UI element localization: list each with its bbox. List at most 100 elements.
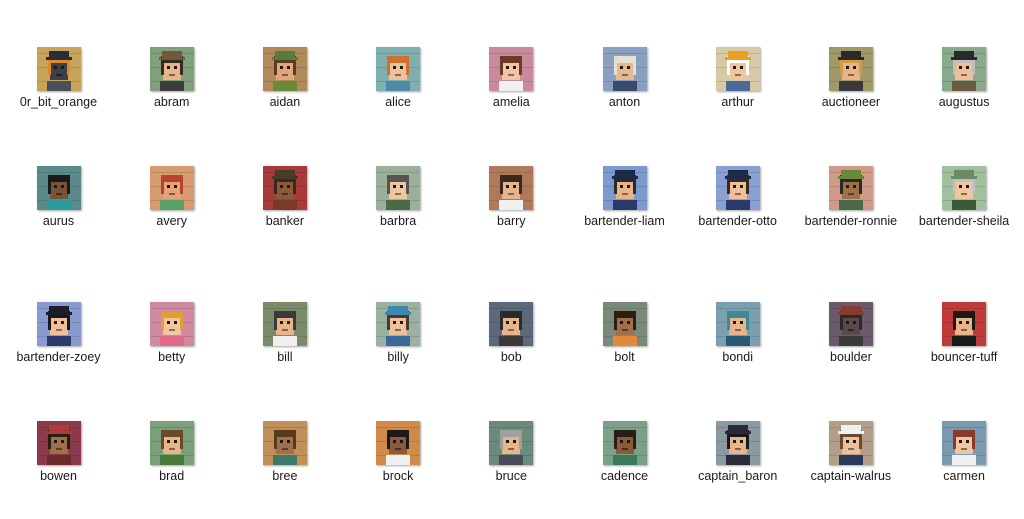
character-avatar-icon xyxy=(942,302,987,346)
file-item[interactable]: cadence xyxy=(568,410,681,484)
file-item[interactable]: bartender-zoey xyxy=(2,291,115,365)
file-name: boulder xyxy=(830,350,872,364)
character-avatar-icon xyxy=(942,421,987,465)
file-item[interactable]: billy xyxy=(342,291,455,365)
file-item[interactable]: bree xyxy=(228,410,341,484)
file-item[interactable]: bowen xyxy=(2,410,115,484)
character-avatar-icon xyxy=(715,47,760,91)
file-item[interactable]: brock xyxy=(342,410,455,484)
file-name: bowen xyxy=(40,469,77,483)
file-item[interactable]: bob xyxy=(455,291,568,365)
file-name: bill xyxy=(277,350,293,364)
character-avatar-icon xyxy=(149,166,194,210)
file-name: barbra xyxy=(380,214,417,228)
file-item[interactable]: captain-walrus xyxy=(794,410,907,484)
file-item[interactable]: bartender-sheila xyxy=(908,155,1021,229)
file-item[interactable]: arthur xyxy=(681,36,794,110)
file-name: bolt xyxy=(614,350,635,364)
character-avatar-icon xyxy=(489,421,534,465)
character-avatar-icon xyxy=(36,421,81,465)
character-avatar-icon xyxy=(376,47,421,91)
file-item[interactable]: barbra xyxy=(342,155,455,229)
file-item[interactable]: auctioneer xyxy=(794,36,907,110)
file-name: banker xyxy=(265,214,304,228)
file-name: aidan xyxy=(269,95,301,109)
character-avatar-icon xyxy=(149,47,194,91)
file-name: auctioneer xyxy=(821,95,881,109)
file-item[interactable]: bolt xyxy=(568,291,681,365)
file-item[interactable]: bill xyxy=(228,291,341,365)
character-avatar-icon xyxy=(602,302,647,346)
file-name: augustus xyxy=(938,95,990,109)
file-name: aurus xyxy=(42,214,75,228)
file-item[interactable]: 0r_bit_orange xyxy=(2,36,115,110)
file-name: bartender-ronnie xyxy=(804,214,898,228)
file-name: bartender-otto xyxy=(698,214,777,228)
character-avatar-icon xyxy=(262,302,307,346)
file-name: billy xyxy=(387,350,409,364)
character-avatar-icon xyxy=(489,166,534,210)
file-name: bartender-liam xyxy=(584,214,665,228)
character-avatar-icon xyxy=(715,166,760,210)
file-name: arthur xyxy=(721,95,755,109)
character-avatar-icon xyxy=(489,47,534,91)
file-name: cadence xyxy=(600,469,649,483)
file-item[interactable]: boulder xyxy=(794,291,907,365)
file-name: bouncer-tuff xyxy=(930,350,998,364)
file-name: bree xyxy=(272,469,298,483)
file-item[interactable]: carmen xyxy=(908,410,1021,484)
character-avatar-icon xyxy=(828,166,873,210)
character-avatar-icon xyxy=(262,421,307,465)
file-name: brad xyxy=(159,469,185,483)
character-avatar-icon xyxy=(36,302,81,346)
file-name: bondi xyxy=(722,350,753,364)
file-item[interactable]: banker xyxy=(228,155,341,229)
file-name: bartender-zoey xyxy=(16,350,101,364)
file-name: captain_baron xyxy=(698,469,778,483)
character-avatar-icon xyxy=(828,421,873,465)
file-name: bob xyxy=(500,350,522,364)
file-name: amelia xyxy=(492,95,530,109)
file-item[interactable]: augustus xyxy=(908,36,1021,110)
file-item[interactable]: brad xyxy=(115,410,228,484)
file-name: captain-walrus xyxy=(810,469,892,483)
file-name: anton xyxy=(608,95,641,109)
file-item[interactable]: aidan xyxy=(228,36,341,110)
character-avatar-icon xyxy=(602,47,647,91)
robot-avatar-icon xyxy=(36,47,81,91)
character-avatar-icon xyxy=(828,302,873,346)
file-item[interactable]: avery xyxy=(115,155,228,229)
character-avatar-icon xyxy=(149,302,194,346)
file-name: alice xyxy=(385,95,411,109)
file-item[interactable]: aurus xyxy=(2,155,115,229)
file-item[interactable]: abram xyxy=(115,36,228,110)
character-avatar-icon xyxy=(715,302,760,346)
file-item[interactable]: bondi xyxy=(681,291,794,365)
file-name: bartender-sheila xyxy=(918,214,1010,228)
character-avatar-icon xyxy=(942,47,987,91)
file-name: abram xyxy=(153,95,190,109)
file-item[interactable]: barry xyxy=(455,155,568,229)
file-name: bruce xyxy=(495,469,527,483)
character-avatar-icon xyxy=(149,421,194,465)
character-avatar-icon xyxy=(602,166,647,210)
file-item[interactable]: amelia xyxy=(455,36,568,110)
file-name: betty xyxy=(158,350,186,364)
file-name: barry xyxy=(497,214,526,228)
file-item[interactable]: anton xyxy=(568,36,681,110)
file-item[interactable]: bartender-otto xyxy=(681,155,794,229)
file-item[interactable]: bartender-ronnie xyxy=(794,155,907,229)
character-avatar-icon xyxy=(942,166,987,210)
file-name: brock xyxy=(382,469,414,483)
character-avatar-icon xyxy=(262,47,307,91)
character-avatar-icon xyxy=(262,166,307,210)
file-item[interactable]: bruce xyxy=(455,410,568,484)
file-item[interactable]: bartender-liam xyxy=(568,155,681,229)
character-avatar-icon xyxy=(376,421,421,465)
file-name: avery xyxy=(156,214,187,228)
file-item[interactable]: alice xyxy=(342,36,455,110)
file-item[interactable]: betty xyxy=(115,291,228,365)
file-item[interactable]: captain_baron xyxy=(681,410,794,484)
file-item[interactable]: bouncer-tuff xyxy=(908,291,1021,365)
character-avatar-icon xyxy=(828,47,873,91)
